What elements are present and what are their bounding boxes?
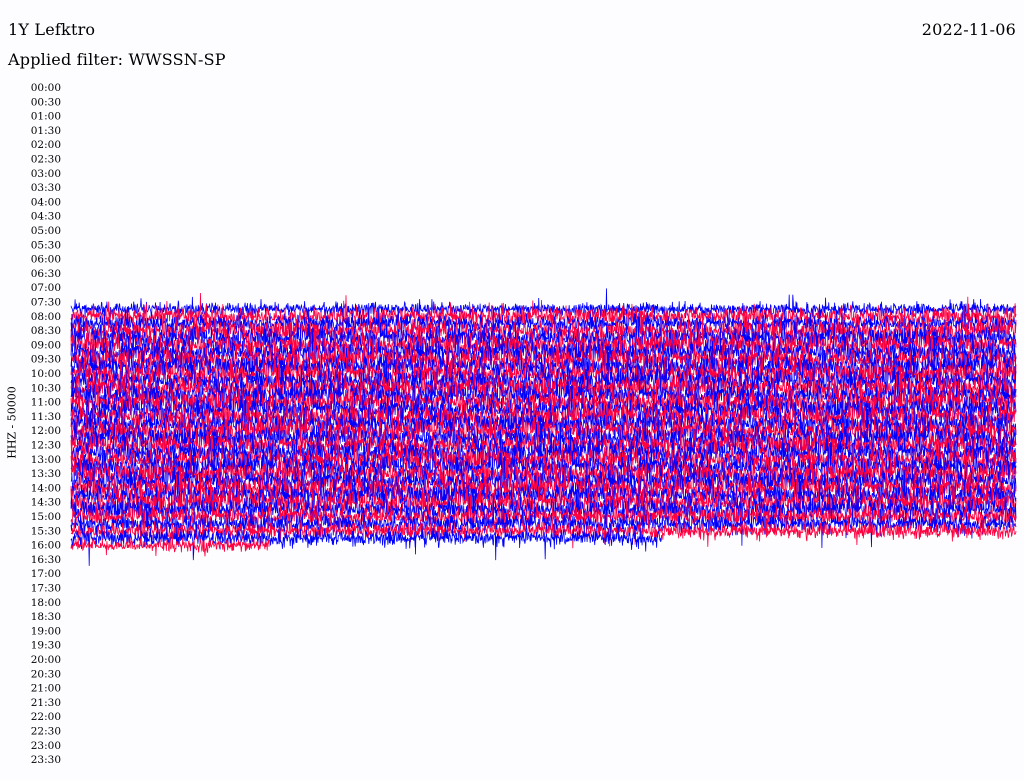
trace-group xyxy=(70,288,1017,566)
row-label: 19:30 xyxy=(31,640,61,652)
row-label: 04:30 xyxy=(31,211,61,223)
row-label: 21:00 xyxy=(31,683,61,695)
row-label: 09:30 xyxy=(31,354,61,366)
row-label: 23:30 xyxy=(31,754,61,766)
row-label: 20:00 xyxy=(31,654,61,666)
row-label: 01:00 xyxy=(31,111,61,123)
row-label: 13:30 xyxy=(31,468,61,480)
row-label: 18:30 xyxy=(31,611,61,623)
row-label: 02:30 xyxy=(31,154,61,166)
row-label: 17:30 xyxy=(31,583,61,595)
row-label: 06:00 xyxy=(31,254,61,266)
row-label: 14:00 xyxy=(31,482,61,494)
row-labels: 00:00 00:30 01:00 01:30 02:00 02:30 03:00 03:30… xyxy=(31,82,61,766)
row-label: 06:30 xyxy=(31,268,61,280)
row-label: 05:00 xyxy=(31,225,61,237)
row-label: 03:00 xyxy=(31,168,61,180)
row-label: 22:30 xyxy=(31,726,61,738)
row-label: 08:00 xyxy=(31,311,61,323)
row-label: 12:00 xyxy=(31,425,61,437)
row-label: 09:00 xyxy=(31,339,61,351)
row-label: 20:30 xyxy=(31,668,61,680)
row-label: 17:00 xyxy=(31,568,61,580)
row-label: 22:00 xyxy=(31,711,61,723)
row-label: 18:00 xyxy=(31,597,61,609)
row-label: 10:00 xyxy=(31,368,61,380)
row-label: 13:00 xyxy=(31,454,61,466)
row-label: 15:00 xyxy=(31,511,61,523)
row-label: 19:00 xyxy=(31,625,61,637)
row-label: 00:30 xyxy=(31,96,61,108)
row-label: 12:30 xyxy=(31,440,61,452)
row-label: 16:00 xyxy=(31,540,61,552)
row-label: 03:30 xyxy=(31,182,61,194)
row-label: 08:30 xyxy=(31,325,61,337)
row-label: 07:00 xyxy=(31,282,61,294)
row-label: 10:30 xyxy=(31,382,61,394)
row-label: 00:00 xyxy=(31,82,61,94)
row-label: 01:30 xyxy=(31,125,61,137)
row-label: 11:00 xyxy=(31,397,61,409)
helicorder-plot: 00:00 00:30 01:00 01:30 02:00 02:30 03:00 03:30… xyxy=(31,82,1017,766)
row-label: 07:30 xyxy=(31,297,61,309)
row-label: 04:00 xyxy=(31,196,61,208)
row-label: 23:00 xyxy=(31,740,61,752)
row-label: 11:30 xyxy=(31,411,61,423)
row-label: 16:30 xyxy=(31,554,61,566)
row-label: 15:30 xyxy=(31,525,61,537)
row-label: 14:30 xyxy=(31,497,61,509)
row-label: 21:30 xyxy=(31,697,61,709)
row-label: 02:00 xyxy=(31,139,61,151)
row-label: 05:30 xyxy=(31,239,61,251)
